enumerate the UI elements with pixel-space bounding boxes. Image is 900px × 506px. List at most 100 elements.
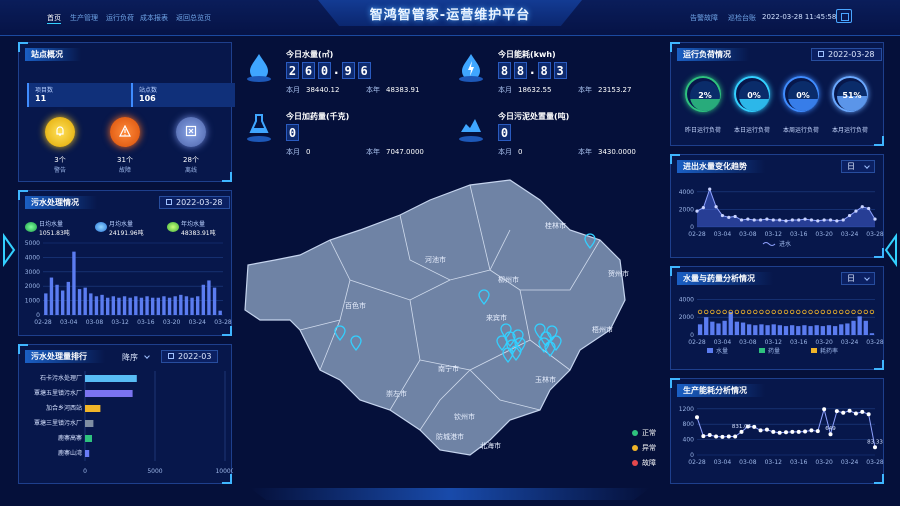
- load-gauge-label: 本日运行负荷: [733, 127, 770, 134]
- sludge-year-line: 本年 3430.0000: [578, 147, 636, 157]
- energy-month-line: 本月 18632.55: [498, 85, 551, 95]
- inflow-point: [765, 217, 769, 221]
- nav-inspection[interactable]: 巡检台账: [728, 13, 756, 23]
- dosing-water-bar: [734, 321, 740, 335]
- energy-point: [739, 429, 744, 434]
- water-decimal-point: .: [334, 63, 339, 77]
- energy-point: [873, 445, 877, 450]
- load-gauge-percent: 51%: [842, 91, 862, 100]
- load-gauge: 2%: [685, 76, 721, 112]
- map-legend-normal: 正常: [632, 428, 656, 438]
- inflow-period-select[interactable]: 日: [841, 160, 875, 173]
- ranking-bar-chart: 0 5000 10000 石卡污水处理厂覃塘五里镇污水厂加合乡河西站覃塘三里镇污水厂鹿…: [34, 371, 233, 475]
- legend-normal-label: 正常: [642, 429, 656, 437]
- inflow-point: [778, 218, 782, 222]
- energy-point: [866, 412, 871, 417]
- inflow-point: [733, 214, 737, 219]
- ranking-bar: [85, 420, 94, 427]
- energy-point: [701, 434, 706, 439]
- nav-alarm-fault[interactable]: 告警故障: [690, 13, 718, 23]
- load-gauge-fill: [788, 99, 818, 111]
- ranking-bar: [85, 390, 133, 397]
- alarm-status-button[interactable]: [45, 117, 75, 147]
- ranking-x-tick: 5000: [147, 468, 162, 475]
- dosing-period-select[interactable]: 日: [841, 272, 875, 285]
- nav-production[interactable]: 生产管理: [70, 13, 98, 23]
- load-gauge: 0%: [783, 76, 819, 112]
- dosing-legend-label: 耗药率: [820, 347, 838, 355]
- station-overview-panel: 站点概况 项目数 11 站点数 106 3个 警告 31个 故障 28个 离线: [18, 42, 235, 182]
- map-region-outline: [244, 179, 626, 456]
- inflow-point: [695, 209, 699, 213]
- bell-icon: [56, 126, 64, 136]
- inflow-point: [803, 217, 807, 221]
- energy-month-value: 18632.55: [518, 86, 552, 94]
- chevron-down-icon: [864, 163, 870, 169]
- dosing-water-bar: [740, 322, 746, 335]
- energy-analysis-title: 生产能耗分析情况: [677, 384, 765, 397]
- dosing-x-tick: 03-04: [714, 339, 732, 346]
- inflow-point: [746, 217, 750, 221]
- dosing-x-tick: 02-28: [688, 339, 706, 346]
- offline-status-button[interactable]: [176, 117, 206, 147]
- ranking-x-tick: 10000: [215, 468, 233, 475]
- dosing-y-tick: 0: [690, 332, 694, 339]
- region-map[interactable]: 桂林市 河池市 柳州市 贺州市 百色市 来宾市 梧州市 南宁市 玉林市 崇左市 …: [240, 170, 660, 480]
- sewage-x-tick: 03-20: [163, 319, 181, 326]
- alarm-count: 3个: [54, 156, 66, 164]
- inflow-point: [847, 213, 852, 218]
- dosing-legend-swatch: [707, 348, 713, 353]
- map-legend-fault: 故障: [632, 458, 656, 468]
- energy-point: [847, 408, 852, 413]
- dosing-month-line: 本月 0: [286, 147, 310, 157]
- ranking-category-label: 鹿寨山湾: [58, 449, 82, 457]
- energy-point: [758, 428, 763, 433]
- monthly-water-icon: [95, 222, 107, 232]
- dosing-month-label: 本月: [286, 148, 300, 156]
- sewage-date-picker[interactable]: 2022-03-28: [159, 196, 230, 209]
- sewage-bar: [94, 296, 99, 315]
- dosing-ratio-point: [814, 309, 819, 315]
- dosing-water-bar: [845, 323, 850, 335]
- ranking-sort-dropdown[interactable]: 降序: [122, 352, 150, 363]
- dosing-water-bar: [863, 320, 868, 335]
- nav-home[interactable]: 首页: [47, 13, 61, 24]
- dosing-water-bar: [826, 325, 832, 335]
- dosing-ratio-point: [857, 309, 862, 315]
- inflow-point: [752, 218, 756, 222]
- energy-year-value: 23153.27: [598, 86, 632, 94]
- fault-status-button[interactable]: [110, 117, 140, 147]
- fullscreen-icon[interactable]: [836, 9, 852, 23]
- map-city-yulin: 玉林市: [535, 375, 556, 384]
- dosing-ratio-point: [783, 309, 789, 315]
- daily-water-label: 日均水量: [39, 221, 64, 228]
- energy-point: [707, 433, 712, 437]
- load-gauge-inner: 0%: [788, 81, 818, 111]
- sewage-bar: [66, 281, 70, 315]
- load-date-picker[interactable]: 2022-03-28: [811, 48, 882, 61]
- nav-cost-report[interactable]: 成本报表: [140, 13, 168, 23]
- header-bar: 智鸿智管家-运营维护平台 首页 生产管理 运行负荷 成本报表 返回总览页 告警故…: [0, 0, 900, 36]
- energy-x-tick: 02-28: [688, 459, 706, 466]
- ranking-date-picker[interactable]: 2022-03: [161, 350, 219, 363]
- daily-water-value: 1051.83吨: [39, 230, 70, 237]
- nav-overview[interactable]: 返回总览页: [176, 13, 211, 23]
- map-city-fangchenggang: 防城港市: [436, 432, 464, 441]
- dosing-ratio-point: [710, 309, 715, 315]
- load-gauge-label: 本周运行负荷: [782, 127, 819, 134]
- station-count-box: 站点数 106: [131, 83, 235, 107]
- dosing-legend-swatch: [759, 348, 765, 353]
- inflow-point: [784, 219, 788, 223]
- inflow-x-tick: 03-20: [815, 231, 833, 238]
- ranking-category-label: 石卡污水处理厂: [40, 374, 82, 382]
- ranking-category-label: 鹿寨高寨: [58, 434, 82, 442]
- sewage-bar: [173, 296, 177, 315]
- dosing-water-bar: [832, 326, 838, 335]
- inflow-point: [867, 206, 871, 211]
- datetime: 2022-03-28 11:45:58: [762, 13, 837, 21]
- station-overview-title: 站点概况: [25, 48, 81, 61]
- inflow-y-tick: 0: [690, 224, 694, 231]
- nav-load[interactable]: 运行负荷: [106, 13, 134, 23]
- inflow-point: [727, 215, 731, 219]
- dosing-legend-swatch: [811, 348, 817, 353]
